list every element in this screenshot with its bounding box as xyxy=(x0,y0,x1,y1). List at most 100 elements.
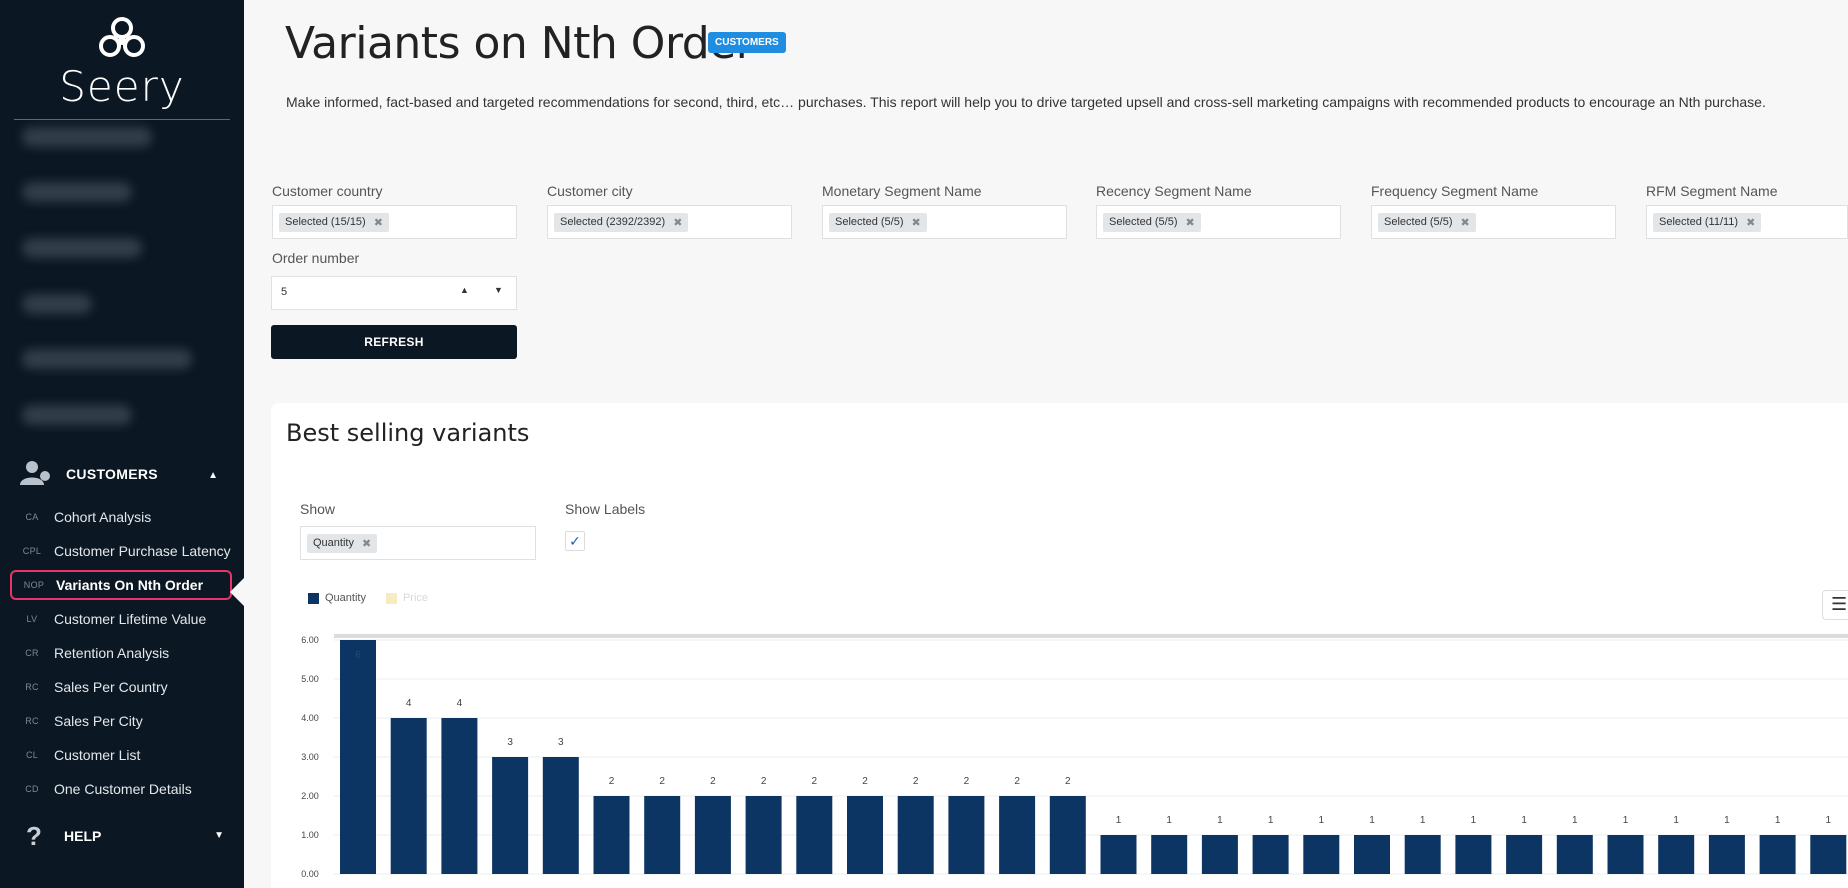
remove-icon[interactable]: ✖ xyxy=(374,216,383,229)
sidebar-item-retention-analysis[interactable]: CR Retention Analysis xyxy=(10,638,242,668)
y-tick-label: 0.00 xyxy=(301,869,319,879)
show-labels-checkbox[interactable]: ✓ xyxy=(565,531,585,551)
bar[interactable] xyxy=(1708,835,1745,874)
multiselect-input[interactable]: Selected (15/15) ✖ xyxy=(272,205,517,239)
bar-data-label: 2 xyxy=(862,776,868,787)
bar[interactable] xyxy=(1201,835,1238,874)
bar-data-label: 3 xyxy=(507,737,513,748)
bar[interactable] xyxy=(1759,835,1796,874)
logo[interactable]: Seery xyxy=(0,14,244,111)
filter-frequency-segment: Frequency Segment Name Selected (5/5) ✖ xyxy=(1371,183,1616,239)
user-group-icon xyxy=(20,459,52,490)
bar[interactable] xyxy=(1658,835,1695,874)
question-icon: ? xyxy=(26,820,42,851)
bar[interactable] xyxy=(1506,835,1543,874)
bar-data-label: 1 xyxy=(1724,815,1730,826)
show-metric-select[interactable]: Quantity ✖ xyxy=(300,526,536,560)
nav-label: One Customer Details xyxy=(54,781,192,797)
help-section-toggle[interactable]: ? HELP ▼ xyxy=(26,820,230,851)
multiselect-input[interactable]: Selected (2392/2392) ✖ xyxy=(547,205,792,239)
remove-icon[interactable]: ✖ xyxy=(1460,216,1469,229)
multiselect-input[interactable]: Selected (5/5) ✖ xyxy=(1096,205,1341,239)
nav-label: Sales Per City xyxy=(54,713,143,729)
bar[interactable] xyxy=(1303,835,1340,874)
checkmark-icon: ✓ xyxy=(569,533,581,549)
refresh-button[interactable]: REFRESH xyxy=(271,325,517,359)
bar-data-label: 1 xyxy=(1166,815,1172,826)
sidebar-item-one-customer-details[interactable]: CD One Customer Details xyxy=(10,774,242,804)
bar[interactable] xyxy=(441,718,478,874)
chart-menu-button[interactable]: ☰ xyxy=(1822,590,1848,620)
increment-icon[interactable]: ▲ xyxy=(460,285,469,295)
bar[interactable] xyxy=(340,640,376,874)
bar[interactable] xyxy=(1810,835,1847,874)
bar-data-label: 1 xyxy=(1521,815,1527,826)
bar[interactable] xyxy=(1404,835,1441,874)
remove-icon[interactable]: ✖ xyxy=(911,216,920,229)
bar-data-label: 1 xyxy=(1471,815,1477,826)
bar[interactable] xyxy=(390,718,427,874)
chart-top-band xyxy=(334,634,1848,638)
sidebar-item-sales-per-city[interactable]: RC Sales Per City xyxy=(10,706,242,736)
bar-data-label: 2 xyxy=(761,776,767,787)
customers-section-toggle[interactable]: CUSTOMERS ▲ xyxy=(20,460,230,488)
sidebar-item-customer-lifetime-value[interactable]: LV Customer Lifetime Value xyxy=(10,604,242,634)
bar[interactable] xyxy=(796,796,833,874)
seery-logo-icon xyxy=(96,14,148,66)
filter-label: Order number xyxy=(272,250,360,266)
bar[interactable] xyxy=(694,796,731,874)
bar[interactable] xyxy=(1049,796,1086,874)
bar-data-label: 1 xyxy=(1826,815,1832,826)
bar[interactable] xyxy=(1354,835,1390,874)
bar[interactable] xyxy=(1151,835,1188,874)
bar-data-label: 4 xyxy=(457,698,463,709)
bar-data-label: 2 xyxy=(812,776,818,787)
multiselect-input[interactable]: Selected (11/11) ✖ xyxy=(1646,205,1848,239)
decrement-icon[interactable]: ▼ xyxy=(494,285,503,295)
remove-icon[interactable]: ✖ xyxy=(1746,216,1755,229)
bar[interactable] xyxy=(492,757,529,874)
legend-item-price[interactable]: Price xyxy=(385,592,428,604)
multiselect-input[interactable]: Selected (5/5) ✖ xyxy=(822,205,1067,239)
multiselect-input[interactable]: Selected (5/5) ✖ xyxy=(1371,205,1616,239)
remove-icon[interactable]: ✖ xyxy=(1185,216,1194,229)
bar[interactable] xyxy=(1100,835,1137,874)
selection-chip: Quantity ✖ xyxy=(307,533,378,553)
nav-label: Variants On Nth Order xyxy=(56,577,204,593)
bar[interactable] xyxy=(1556,835,1593,874)
bar[interactable] xyxy=(644,796,681,874)
sidebar-item-customer-purchase-latency[interactable]: CPL Customer Purchase Latency xyxy=(10,536,242,566)
filter-label: Recency Segment Name xyxy=(1096,183,1252,199)
bar-data-label: 1 xyxy=(1217,815,1223,826)
bar[interactable] xyxy=(1252,835,1289,874)
bar[interactable] xyxy=(745,796,782,874)
legend-swatch xyxy=(308,592,319,604)
order-number-stepper[interactable]: 5 ▲ ▼ xyxy=(271,276,517,310)
sidebar: Seery CUSTOMERS ▲ CA Cohort Analysis CPL… xyxy=(0,0,244,888)
sidebar-item-sales-per-country[interactable]: RC Sales Per Country xyxy=(10,672,242,702)
bar[interactable] xyxy=(948,796,985,874)
remove-icon[interactable]: ✖ xyxy=(362,537,371,550)
remove-icon[interactable]: ✖ xyxy=(673,216,682,229)
bar[interactable] xyxy=(847,796,883,874)
bar[interactable] xyxy=(1607,835,1644,874)
filter-label: Customer country xyxy=(272,183,383,199)
bar[interactable] xyxy=(593,796,630,874)
bar[interactable] xyxy=(897,796,934,874)
section-label: CUSTOMERS xyxy=(66,466,158,482)
sidebar-item-customer-list[interactable]: CL Customer List xyxy=(10,740,242,770)
sidebar-item-cohort-analysis[interactable]: CA Cohort Analysis xyxy=(10,502,242,532)
filter-label: Monetary Segment Name xyxy=(822,183,982,199)
legend-label: Quantity xyxy=(325,592,366,604)
y-tick-label: 1.00 xyxy=(301,830,319,840)
blurred-nav-item xyxy=(22,127,152,147)
bar-data-label: 2 xyxy=(1014,776,1020,787)
bar[interactable] xyxy=(542,757,579,874)
sidebar-item-variants-on-nth-order[interactable]: NOP Variants On Nth Order xyxy=(10,570,232,600)
legend-item-quantity[interactable]: Quantity xyxy=(308,592,366,604)
bar[interactable] xyxy=(999,796,1036,874)
selection-chip: Selected (5/5) ✖ xyxy=(829,212,927,232)
bar-data-label: 1 xyxy=(1623,815,1629,826)
bar[interactable] xyxy=(1455,835,1492,874)
bar-data-label: 4 xyxy=(406,698,412,709)
